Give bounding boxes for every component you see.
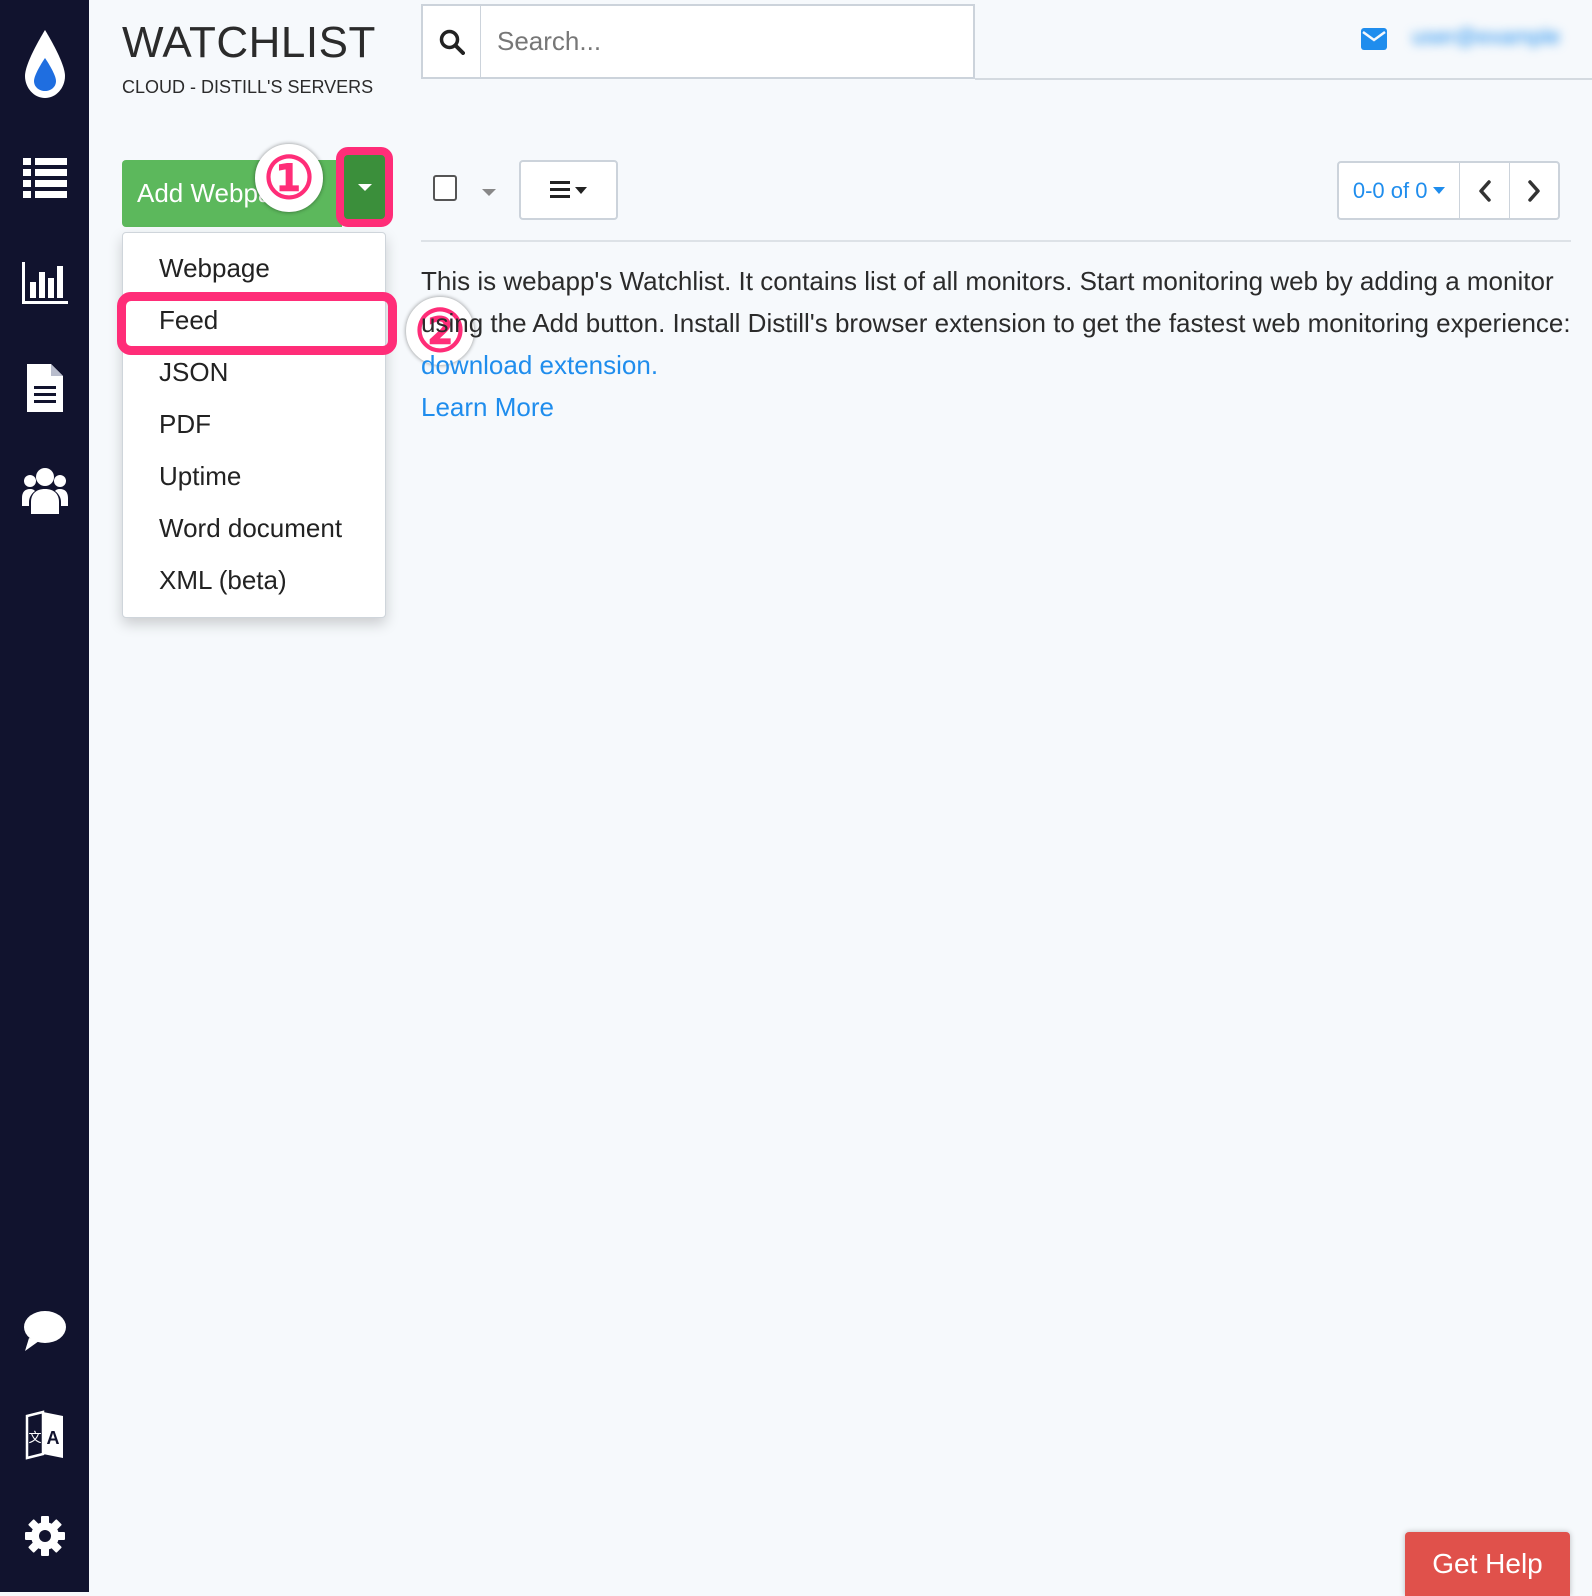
user-account-link[interactable]: user@example: [1412, 24, 1574, 58]
search-box: [421, 4, 975, 79]
header-divider: [975, 78, 1592, 80]
bars-icon: [550, 181, 570, 198]
gear-icon[interactable]: [0, 1516, 89, 1556]
mail-icon[interactable]: [1361, 28, 1387, 55]
caret-down-icon: [575, 186, 587, 194]
intro-text: This is webapp's Watchlist. It contains …: [421, 266, 1571, 338]
page-range-label: 0-0 of 0: [1352, 177, 1428, 203]
list-actions-button[interactable]: [519, 160, 618, 220]
menu-item-xml-beta[interactable]: XML (beta): [159, 565, 287, 596]
menu-item-uptime[interactable]: Uptime: [159, 461, 241, 492]
chat-icon[interactable]: [0, 1310, 89, 1352]
chart-icon[interactable]: [0, 262, 89, 304]
previous-page-button[interactable]: [1460, 163, 1510, 218]
toolbar-divider: [421, 240, 1571, 242]
download-extension-link[interactable]: download extension.: [421, 350, 658, 380]
add-monitor-type-dropdown-button[interactable]: [336, 147, 393, 227]
step-1-badge: ①: [255, 144, 323, 212]
search-icon: [439, 29, 465, 55]
chevron-left-icon: [1478, 179, 1491, 202]
feed-highlight-box: [117, 292, 397, 355]
translate-icon[interactable]: A 文: [0, 1410, 89, 1460]
page-subtitle: CLOUD - DISTILL'S SERVERS: [122, 77, 374, 97]
svg-text:A: A: [46, 1428, 59, 1448]
select-options-caret-icon[interactable]: [482, 189, 496, 196]
pagination: 0-0 of 0: [1337, 161, 1560, 220]
page-title: WATCHLIST: [122, 18, 376, 67]
watchlist-intro: This is webapp's Watchlist. It contains …: [421, 260, 1581, 428]
drop-logo-icon[interactable]: [0, 28, 89, 100]
menu-item-webpage[interactable]: Webpage: [159, 253, 270, 284]
caret-down-icon: [357, 183, 372, 191]
search-button[interactable]: [423, 6, 481, 77]
users-icon[interactable]: [0, 466, 89, 514]
caret-down-icon: [1433, 187, 1446, 194]
svg-text:文: 文: [28, 1431, 41, 1446]
sidebar: A 文: [0, 0, 89, 1592]
monitor-type-menu: Webpage Feed JSON PDF Uptime Word docume…: [122, 232, 386, 618]
get-help-button[interactable]: Get Help: [1405, 1532, 1570, 1596]
select-all-checkbox[interactable]: [433, 175, 457, 201]
search-input[interactable]: [481, 6, 973, 77]
document-icon[interactable]: [0, 364, 89, 412]
list-icon[interactable]: [0, 158, 89, 198]
next-page-button[interactable]: [1510, 163, 1558, 218]
menu-item-word-document[interactable]: Word document: [159, 513, 342, 544]
learn-more-link[interactable]: Learn More: [421, 392, 554, 422]
menu-item-json[interactable]: JSON: [159, 357, 228, 388]
chevron-right-icon: [1528, 179, 1540, 202]
page-range-dropdown[interactable]: 0-0 of 0: [1339, 163, 1461, 218]
menu-item-pdf[interactable]: PDF: [159, 409, 211, 440]
